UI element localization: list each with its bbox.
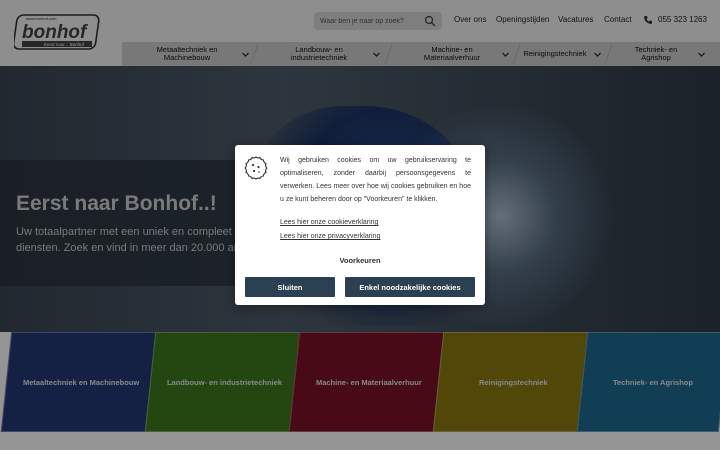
- cookie-message: Wij gebruiken cookies om uw gebruikserva…: [280, 157, 471, 203]
- privacy-statement-link[interactable]: Lees hier onze privacyverklaring: [280, 233, 380, 240]
- cookie-icon: [244, 156, 268, 180]
- cookie-statement-link[interactable]: Lees hier onze cookieverklaring: [280, 219, 378, 226]
- preferences-button[interactable]: Voorkeuren: [235, 256, 485, 265]
- necessary-cookies-button[interactable]: Enkel noodzakelijke cookies: [345, 277, 475, 297]
- cookie-dialog: Wij gebruiken cookies om uw gebruikserva…: [235, 145, 485, 305]
- close-button[interactable]: Sluiten: [245, 277, 335, 297]
